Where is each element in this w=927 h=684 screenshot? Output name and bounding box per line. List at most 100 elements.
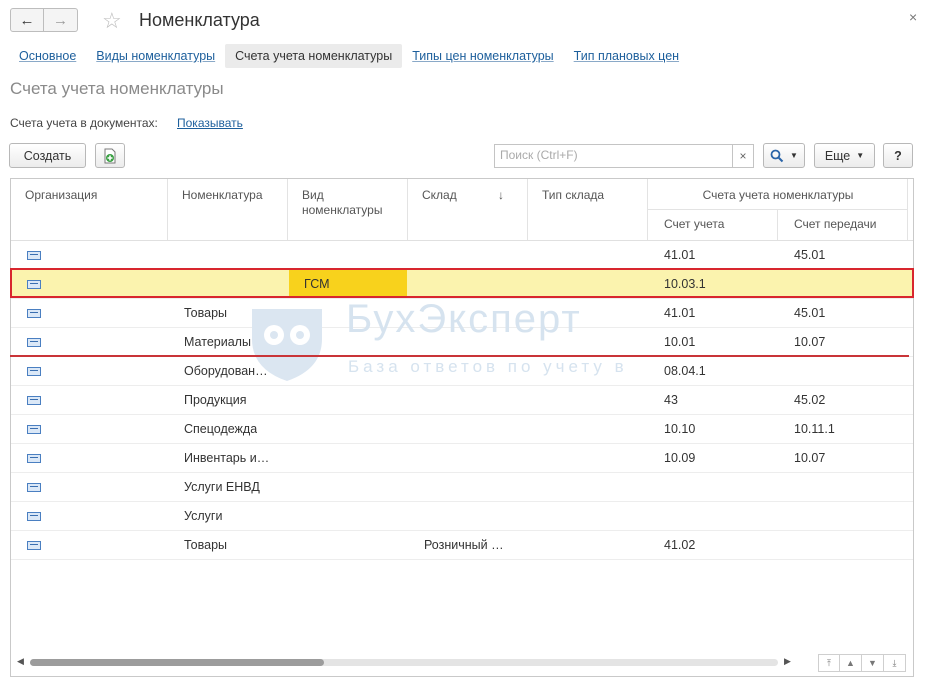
record-icon xyxy=(27,512,41,521)
header-accounts-group-label: Счета учета номенклатуры xyxy=(702,188,854,202)
arrow-left-icon: ← xyxy=(19,11,35,29)
cell-account[interactable]: 10.01 xyxy=(664,328,695,356)
window-title: Номенклатура xyxy=(139,10,260,30)
tab-price-types[interactable]: Типы цен номенклатуры xyxy=(402,44,563,68)
search-input[interactable]: Поиск (Ctrl+F) xyxy=(494,144,733,168)
table-row[interactable]: Услуги xyxy=(11,502,913,531)
back-button[interactable]: ← xyxy=(10,8,44,32)
record-icon xyxy=(27,454,41,463)
record-icon xyxy=(27,251,41,260)
last-row-icon[interactable]: ⤓ xyxy=(884,654,906,672)
cell-nomenclature[interactable]: Спецодежда xyxy=(184,415,257,443)
accounts-in-documents-label: Счета учета в документах: xyxy=(10,116,158,130)
forward-button[interactable]: → xyxy=(44,8,78,32)
cell-transfer[interactable]: 45.02 xyxy=(794,386,825,414)
header-warehouse-type[interactable]: Тип склада xyxy=(528,179,648,240)
cell-nomenclature[interactable]: Услуги xyxy=(184,502,222,530)
search-clear-icon[interactable]: × xyxy=(732,144,754,168)
table-row[interactable]: Продукция 43 45.02 xyxy=(11,386,913,415)
table-row[interactable]: Спецодежда 10.10 10.11.1 xyxy=(11,415,913,444)
row-navigation: ⤒ ▲ ▼ ⤓ xyxy=(818,654,906,672)
copy-button[interactable] xyxy=(95,143,125,168)
tab-accounts[interactable]: Счета учета номенклатуры xyxy=(225,44,403,68)
cell-account[interactable]: 41.01 xyxy=(664,299,695,327)
header-account-label: Счет учета xyxy=(664,217,725,231)
close-icon[interactable]: × xyxy=(909,9,917,25)
favorite-star-icon[interactable]: ☆ xyxy=(102,8,122,34)
chevron-down-icon: ▼ xyxy=(790,151,798,160)
header-account[interactable]: Счет учета xyxy=(648,210,778,240)
cell-nomenclature[interactable]: Материалы xyxy=(184,328,251,356)
help-button[interactable]: ? xyxy=(883,143,913,168)
cell-transfer[interactable]: 10.07 xyxy=(794,328,825,356)
table-row[interactable]: Инвентарь и… 10.09 10.07 xyxy=(11,444,913,473)
cell-transfer[interactable]: 45.01 xyxy=(794,299,825,327)
table-row[interactable]: Услуги ЕНВД xyxy=(11,473,913,502)
cell-nomenclature[interactable]: Товары xyxy=(184,299,227,327)
more-label: Еще xyxy=(824,148,851,163)
tab-nomenclature-kinds[interactable]: Виды номенклатуры xyxy=(86,44,225,68)
search-button[interactable]: ▼ xyxy=(763,143,805,168)
cell-nomenclature[interactable]: Услуги ЕНВД xyxy=(184,473,260,501)
record-icon xyxy=(27,338,41,347)
table-row[interactable]: Оборудован… 08.04.1 xyxy=(11,357,913,386)
cell-warehouse[interactable]: Розничный … xyxy=(424,531,504,559)
header-warehouse-type-label: Тип склада xyxy=(542,188,605,202)
arrow-right-icon: → xyxy=(53,11,68,29)
header-kind-label: Вид номенклатуры xyxy=(302,188,382,218)
cell-transfer[interactable]: 10.07 xyxy=(794,444,825,472)
scroll-right-icon[interactable]: ▶ xyxy=(784,656,791,667)
next-row-icon[interactable]: ▼ xyxy=(862,654,884,672)
cell-account[interactable]: 43 xyxy=(664,386,678,414)
highlight-box xyxy=(10,268,914,298)
table-row[interactable]: Товары Розничный … 41.02 xyxy=(11,531,913,560)
cell-nomenclature[interactable]: Продукция xyxy=(184,386,247,414)
cell-account[interactable]: 41.01 xyxy=(664,241,695,269)
cell-nomenclature[interactable]: Товары xyxy=(184,531,227,559)
record-icon xyxy=(27,367,41,376)
tab-main[interactable]: Основное xyxy=(9,44,86,68)
record-icon xyxy=(27,396,41,405)
more-button[interactable]: Еще ▼ xyxy=(814,143,875,168)
accounts-table: Организация Номенклатура Вид номенклатуры… xyxy=(10,178,914,677)
record-icon xyxy=(27,541,41,550)
cell-nomenclature[interactable]: Инвентарь и… xyxy=(184,444,269,472)
tab-planned-price-type[interactable]: Тип плановых цен xyxy=(564,44,689,68)
header-accounts-group: Счета учета номенклатуры xyxy=(648,179,908,210)
cell-account[interactable]: 41.02 xyxy=(664,531,695,559)
section-title: Счета учета номенклатуры xyxy=(10,79,224,98)
record-icon xyxy=(27,425,41,434)
cell-nomenclature[interactable]: Оборудован… xyxy=(184,357,268,385)
chevron-down-icon: ▼ xyxy=(856,151,865,160)
table-row[interactable]: Товары 41.01 45.01 xyxy=(11,299,913,328)
cell-transfer[interactable]: 10.11.1 xyxy=(794,415,835,443)
history-nav: ← → xyxy=(10,8,78,32)
cell-account[interactable]: 10.10 xyxy=(664,415,695,443)
header-kind-line2: номенклатуры xyxy=(302,203,383,217)
header-warehouse[interactable]: Склад ↓ xyxy=(408,179,528,240)
record-icon xyxy=(27,483,41,492)
first-row-icon[interactable]: ⤒ xyxy=(818,654,840,672)
table-row[interactable]: Материалы 10.01 10.07 xyxy=(11,328,913,357)
header-kind[interactable]: Вид номенклатуры xyxy=(288,179,408,240)
search-icon xyxy=(770,149,784,162)
prev-row-icon[interactable]: ▲ xyxy=(840,654,862,672)
cell-transfer[interactable]: 45.01 xyxy=(794,241,825,269)
add-document-icon xyxy=(104,148,116,163)
form-tabs: Основное Виды номенклатуры Счета учета н… xyxy=(9,44,689,68)
sort-arrow-icon: ↓ xyxy=(498,188,504,202)
record-icon xyxy=(27,309,41,318)
scroll-left-icon[interactable]: ◀ xyxy=(17,656,24,667)
header-transfer-account-label: Счет передачи xyxy=(794,217,877,231)
header-organization[interactable]: Организация xyxy=(11,179,168,240)
header-nomenclature[interactable]: Номенклатура xyxy=(168,179,288,240)
header-transfer-account[interactable]: Счет передачи xyxy=(778,210,908,240)
header-warehouse-label: Склад xyxy=(422,188,457,202)
show-accounts-link[interactable]: Показывать xyxy=(177,116,243,130)
cell-account[interactable]: 08.04.1 xyxy=(664,357,706,385)
cell-account[interactable]: 10.09 xyxy=(664,444,695,472)
scrollbar-thumb[interactable] xyxy=(30,659,324,666)
header-organization-label: Организация xyxy=(25,188,98,202)
create-button[interactable]: Создать xyxy=(9,143,86,168)
table-row[interactable]: 41.01 45.01 xyxy=(11,241,913,270)
